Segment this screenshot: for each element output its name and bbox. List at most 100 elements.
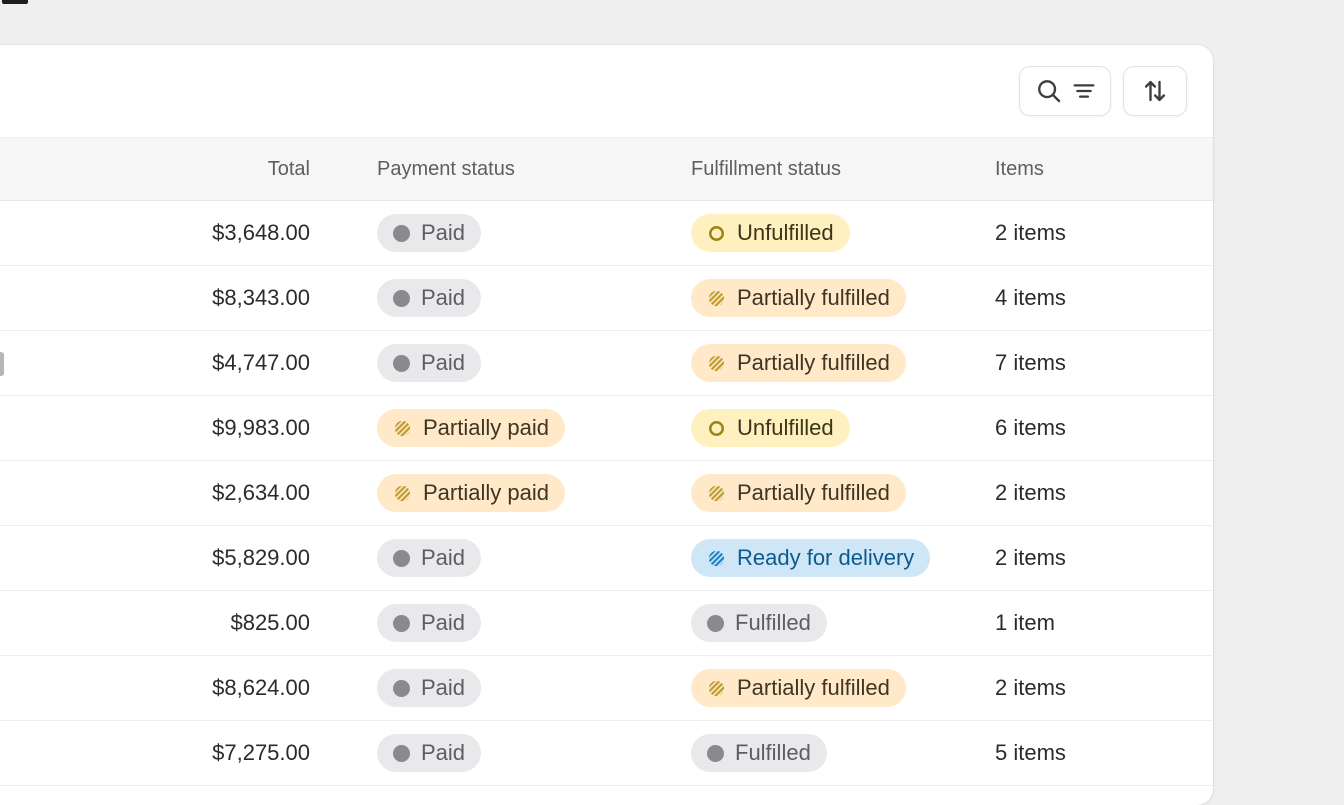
filled-circle-icon xyxy=(707,744,724,762)
fulfillment-status-badge-label: Partially fulfilled xyxy=(737,480,890,505)
payment-status-badge-label: Paid xyxy=(421,220,466,245)
table-row[interactable]: $9,983.00 Partially paid Unfulfilled 6 item… xyxy=(0,395,1213,461)
table-row[interactable]: $8,624.00 Paid Partially fulfilled 2 items xyxy=(0,655,1213,721)
fulfillment-status-badge-label: Ready for delivery xyxy=(737,545,915,570)
table-row[interactable]: $5,829.00 Paid Ready for delivery 2 items xyxy=(0,525,1213,591)
cell-fulfillment-status: Unfulfilled xyxy=(624,200,938,266)
hatched-circle-icon xyxy=(394,485,411,501)
table-row[interactable]: $825.00 Paid Fulfilled 1 item xyxy=(0,590,1213,656)
payment-status-badge-label: Paid xyxy=(421,285,466,310)
payment-status-badge: Paid xyxy=(377,669,482,707)
column-header-total[interactable]: Total xyxy=(140,137,310,201)
cell-payment-status: Paid xyxy=(310,655,624,721)
hatched-circle-icon xyxy=(708,680,725,696)
cell-payment-status: Paid xyxy=(310,525,624,591)
fulfillment-status-badge-label: Partially fulfilled xyxy=(737,350,890,375)
cell-order xyxy=(0,330,140,396)
table-toolbar xyxy=(0,45,1213,137)
table-header: Total Payment status Fulfillment status … xyxy=(0,137,1213,201)
filled-circle-icon xyxy=(393,549,410,567)
column-header-fulfillment-status[interactable]: Fulfillment status xyxy=(624,137,938,201)
cell-total: $3,648.00 xyxy=(140,200,310,266)
fulfillment-status-badge-label: Partially fulfilled xyxy=(737,285,890,310)
payment-status-badge: Paid xyxy=(377,279,482,317)
cell-total: $8,343.00 xyxy=(140,265,310,331)
sort-arrows-icon xyxy=(1140,76,1170,106)
fulfillment-status-badge: Fulfilled xyxy=(691,734,827,772)
cell-total: $8,624.00 xyxy=(140,655,310,721)
filled-circle-icon xyxy=(393,744,410,762)
column-header-items[interactable]: Items xyxy=(938,137,1213,201)
hatched-circle-icon xyxy=(708,290,725,306)
hatched-circle-icon xyxy=(708,355,725,371)
hollow-circle-icon xyxy=(708,225,725,241)
cell-total: $7,275.00 xyxy=(140,720,310,786)
cell-payment-status: Paid xyxy=(310,720,624,786)
cell-items: 2 items xyxy=(938,525,1213,591)
table-row[interactable]: $2,634.00 Partially paid Partially fulfill… xyxy=(0,460,1213,526)
filled-circle-icon xyxy=(393,679,410,697)
search-and-filter-button[interactable] xyxy=(1019,66,1111,116)
fulfillment-status-badge-label: Fulfilled xyxy=(735,610,811,635)
cell-items: 1 item xyxy=(938,590,1213,656)
payment-status-badge: Paid xyxy=(377,539,482,577)
cell-total: $5,829.00 xyxy=(140,525,310,591)
payment-status-badge: Paid xyxy=(377,734,482,772)
cell-items: 2 items xyxy=(938,655,1213,721)
cell-total: $9,983.00 xyxy=(140,395,310,461)
payment-status-badge: Paid xyxy=(377,344,482,382)
cell-items: 6 items xyxy=(938,395,1213,461)
clipped-top-left-element xyxy=(2,0,28,4)
cell-total: $2,634.00 xyxy=(140,460,310,526)
hollow-circle-icon xyxy=(708,420,725,436)
payment-status-badge: Paid xyxy=(377,214,482,252)
cell-order xyxy=(0,395,140,461)
sort-button[interactable] xyxy=(1123,66,1187,116)
column-header-payment-status[interactable]: Payment status xyxy=(310,137,624,201)
cell-payment-status: Partially paid xyxy=(310,460,624,526)
toolbar-actions xyxy=(1019,66,1187,116)
cell-total: $4,747.00 xyxy=(140,330,310,396)
table-body: $3,648.00 Paid Unfulfilled 2 items $8,343.00… xyxy=(0,200,1213,786)
filled-circle-icon xyxy=(393,354,410,372)
hatched-circle-icon xyxy=(708,550,725,566)
cell-fulfillment-status: Fulfilled xyxy=(624,720,938,786)
cell-payment-status: Paid xyxy=(310,590,624,656)
cell-fulfillment-status: Ready for delivery xyxy=(624,525,938,591)
cell-payment-status: Paid xyxy=(310,200,624,266)
payment-status-badge: Partially paid xyxy=(377,409,565,447)
fulfillment-status-badge: Partially fulfilled xyxy=(691,344,906,382)
table-row[interactable]: $4,747.00 Paid Partially fulfilled 7 items xyxy=(0,330,1213,396)
payment-status-badge: Paid xyxy=(377,604,482,642)
cell-fulfillment-status: Partially fulfilled xyxy=(624,460,938,526)
cell-items: 4 items xyxy=(938,265,1213,331)
row-drag-handle[interactable] xyxy=(0,352,4,376)
filled-circle-icon xyxy=(707,614,724,632)
payment-status-badge-label: Paid xyxy=(421,675,466,700)
search-icon xyxy=(1034,76,1064,106)
cell-order xyxy=(0,200,140,266)
filled-circle-icon xyxy=(393,614,410,632)
table-row[interactable]: $7,275.00 Paid Fulfilled 5 items xyxy=(0,720,1213,786)
filled-circle-icon xyxy=(393,289,410,307)
filter-icon xyxy=(1071,78,1097,104)
table-row[interactable]: $3,648.00 Paid Unfulfilled 2 items xyxy=(0,200,1213,266)
payment-status-badge: Partially paid xyxy=(377,474,565,512)
cell-payment-status: Paid xyxy=(310,265,624,331)
cell-items: 2 items xyxy=(938,200,1213,266)
fulfillment-status-badge-label: Unfulfilled xyxy=(737,415,834,440)
fulfillment-status-badge: Partially fulfilled xyxy=(691,474,906,512)
cell-items: 2 items xyxy=(938,460,1213,526)
fulfillment-status-badge: Partially fulfilled xyxy=(691,279,906,317)
table-header-row: Total Payment status Fulfillment status … xyxy=(0,137,1213,201)
cell-total: $825.00 xyxy=(140,590,310,656)
cell-fulfillment-status: Partially fulfilled xyxy=(624,265,938,331)
fulfillment-status-badge: Unfulfilled xyxy=(691,409,850,447)
cell-order xyxy=(0,265,140,331)
fulfillment-status-badge-label: Fulfilled xyxy=(735,740,811,765)
filled-circle-icon xyxy=(393,224,410,242)
hatched-circle-icon xyxy=(708,485,725,501)
table-row[interactable]: $8,343.00 Paid Partially fulfilled 4 items xyxy=(0,265,1213,331)
fulfillment-status-badge: Fulfilled xyxy=(691,604,827,642)
column-header-order[interactable] xyxy=(0,137,140,201)
